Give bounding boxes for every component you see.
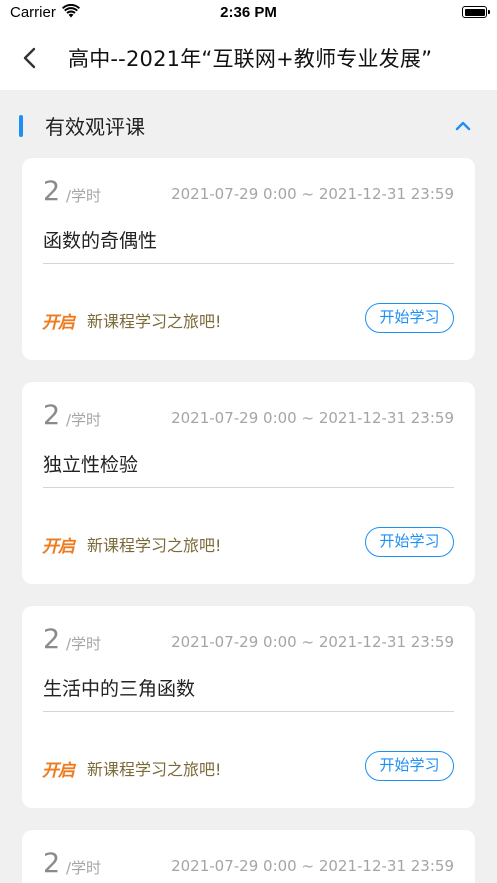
course-slogan: 新课程学习之旅吧!	[87, 312, 222, 331]
section-accent-bar	[19, 115, 23, 137]
course-date-range: 2021-07-29 0:00 ~ 2021-12-31 23:59	[171, 633, 454, 651]
course-hours: 2	[43, 624, 61, 655]
course-hours-unit: /学时	[66, 635, 102, 653]
course-date-range: 2021-07-29 0:00 ~ 2021-12-31 23:59	[171, 857, 454, 875]
course-card[interactable]: 2 /学时 2021-07-29 0:00 ~ 2021-12-31 23:59…	[22, 158, 475, 360]
kaiqi-logo: 开启	[42, 537, 75, 557]
page-title: 高中--2021年“互联网+教师专业发展”	[68, 47, 433, 71]
course-slogan: 新课程学习之旅吧!	[87, 536, 222, 555]
chevron-left-icon	[23, 47, 36, 69]
course-name: 生活中的三角函数	[43, 678, 196, 700]
course-name: 独立性检验	[43, 454, 139, 476]
section-header[interactable]: 有效观评课	[0, 100, 497, 150]
kaiqi-logo: 开启	[42, 313, 75, 333]
course-card[interactable]: 2 /学时 2021-07-29 0:00 ~ 2021-12-31 23:59…	[22, 382, 475, 584]
course-name: 函数的奇偶性	[43, 230, 158, 252]
course-hours-unit: /学时	[66, 411, 102, 429]
back-button[interactable]	[18, 44, 42, 72]
start-learning-button[interactable]: 开始学习	[365, 303, 454, 333]
status-bar: Carrier 2:36 PM	[0, 0, 497, 28]
kaiqi-logo: 开启	[42, 761, 75, 781]
course-date-range: 2021-07-29 0:00 ~ 2021-12-31 23:59	[171, 185, 454, 203]
card-divider	[43, 487, 454, 488]
battery-icon	[462, 6, 490, 18]
course-hours: 2	[43, 400, 61, 431]
chevron-up-icon	[455, 121, 471, 131]
course-date-range: 2021-07-29 0:00 ~ 2021-12-31 23:59	[171, 409, 454, 427]
course-hours-unit: /学时	[66, 187, 102, 205]
course-hours: 2	[43, 176, 61, 207]
clock: 2:36 PM	[220, 4, 277, 21]
course-hours-unit: /学时	[66, 859, 102, 877]
nav-bar: 高中--2021年“互联网+教师专业发展”	[0, 28, 497, 90]
section-title: 有效观评课	[45, 115, 145, 139]
collapse-button[interactable]	[451, 114, 475, 138]
card-divider	[43, 263, 454, 264]
start-learning-button[interactable]: 开始学习	[365, 751, 454, 781]
course-hours: 2	[43, 848, 61, 879]
card-divider	[43, 711, 454, 712]
course-slogan: 新课程学习之旅吧!	[87, 760, 222, 779]
start-learning-button[interactable]: 开始学习	[365, 527, 454, 557]
course-card[interactable]: 2 /学时 2021-07-29 0:00 ~ 2021-12-31 23:59	[22, 830, 475, 883]
course-card[interactable]: 2 /学时 2021-07-29 0:00 ~ 2021-12-31 23:59…	[22, 606, 475, 808]
